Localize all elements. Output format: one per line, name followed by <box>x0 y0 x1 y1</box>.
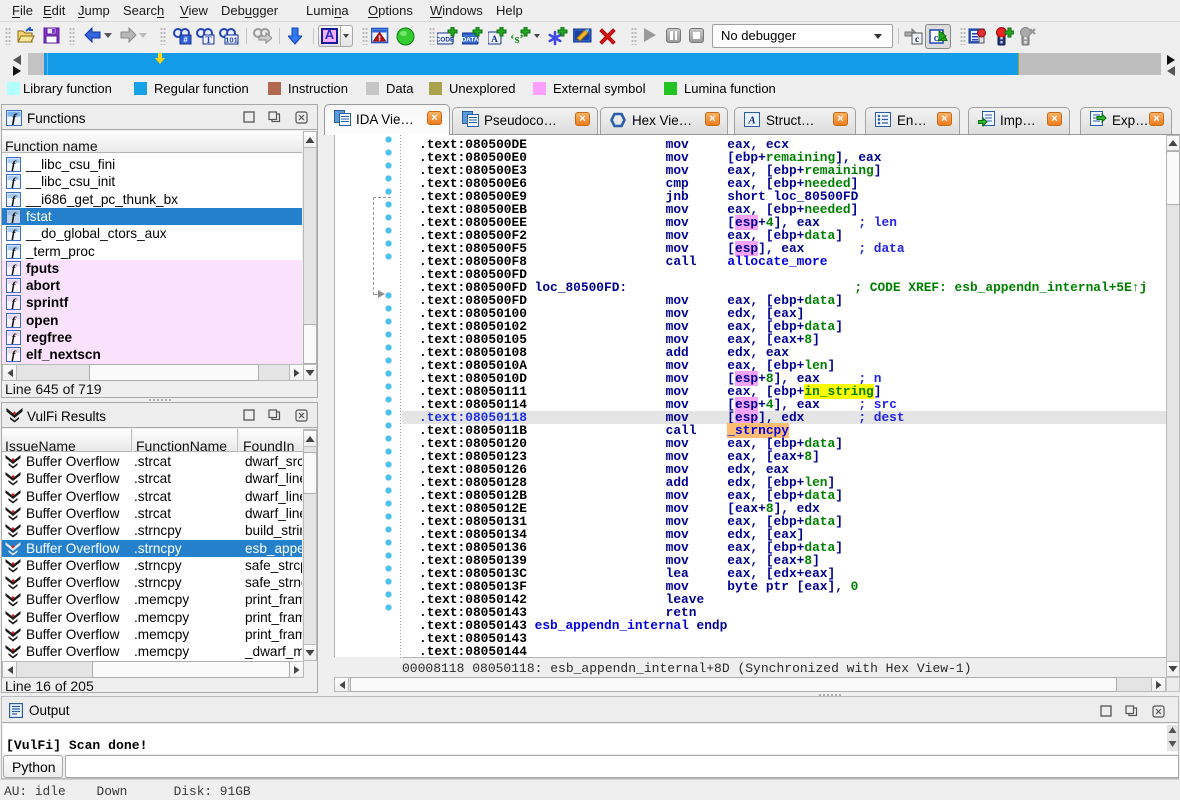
svg-text:DATA: DATA <box>462 37 479 44</box>
svg-text:#: # <box>183 36 188 45</box>
svg-text:A: A <box>747 115 755 127</box>
svg-text:c: c <box>915 34 919 44</box>
svg-text:A: A <box>491 34 498 44</box>
svg-text:101: 101 <box>225 36 238 45</box>
svg-text:CODE: CODE <box>437 37 455 44</box>
svg-text:c: c <box>934 33 939 44</box>
svg-text:T: T <box>205 35 211 45</box>
